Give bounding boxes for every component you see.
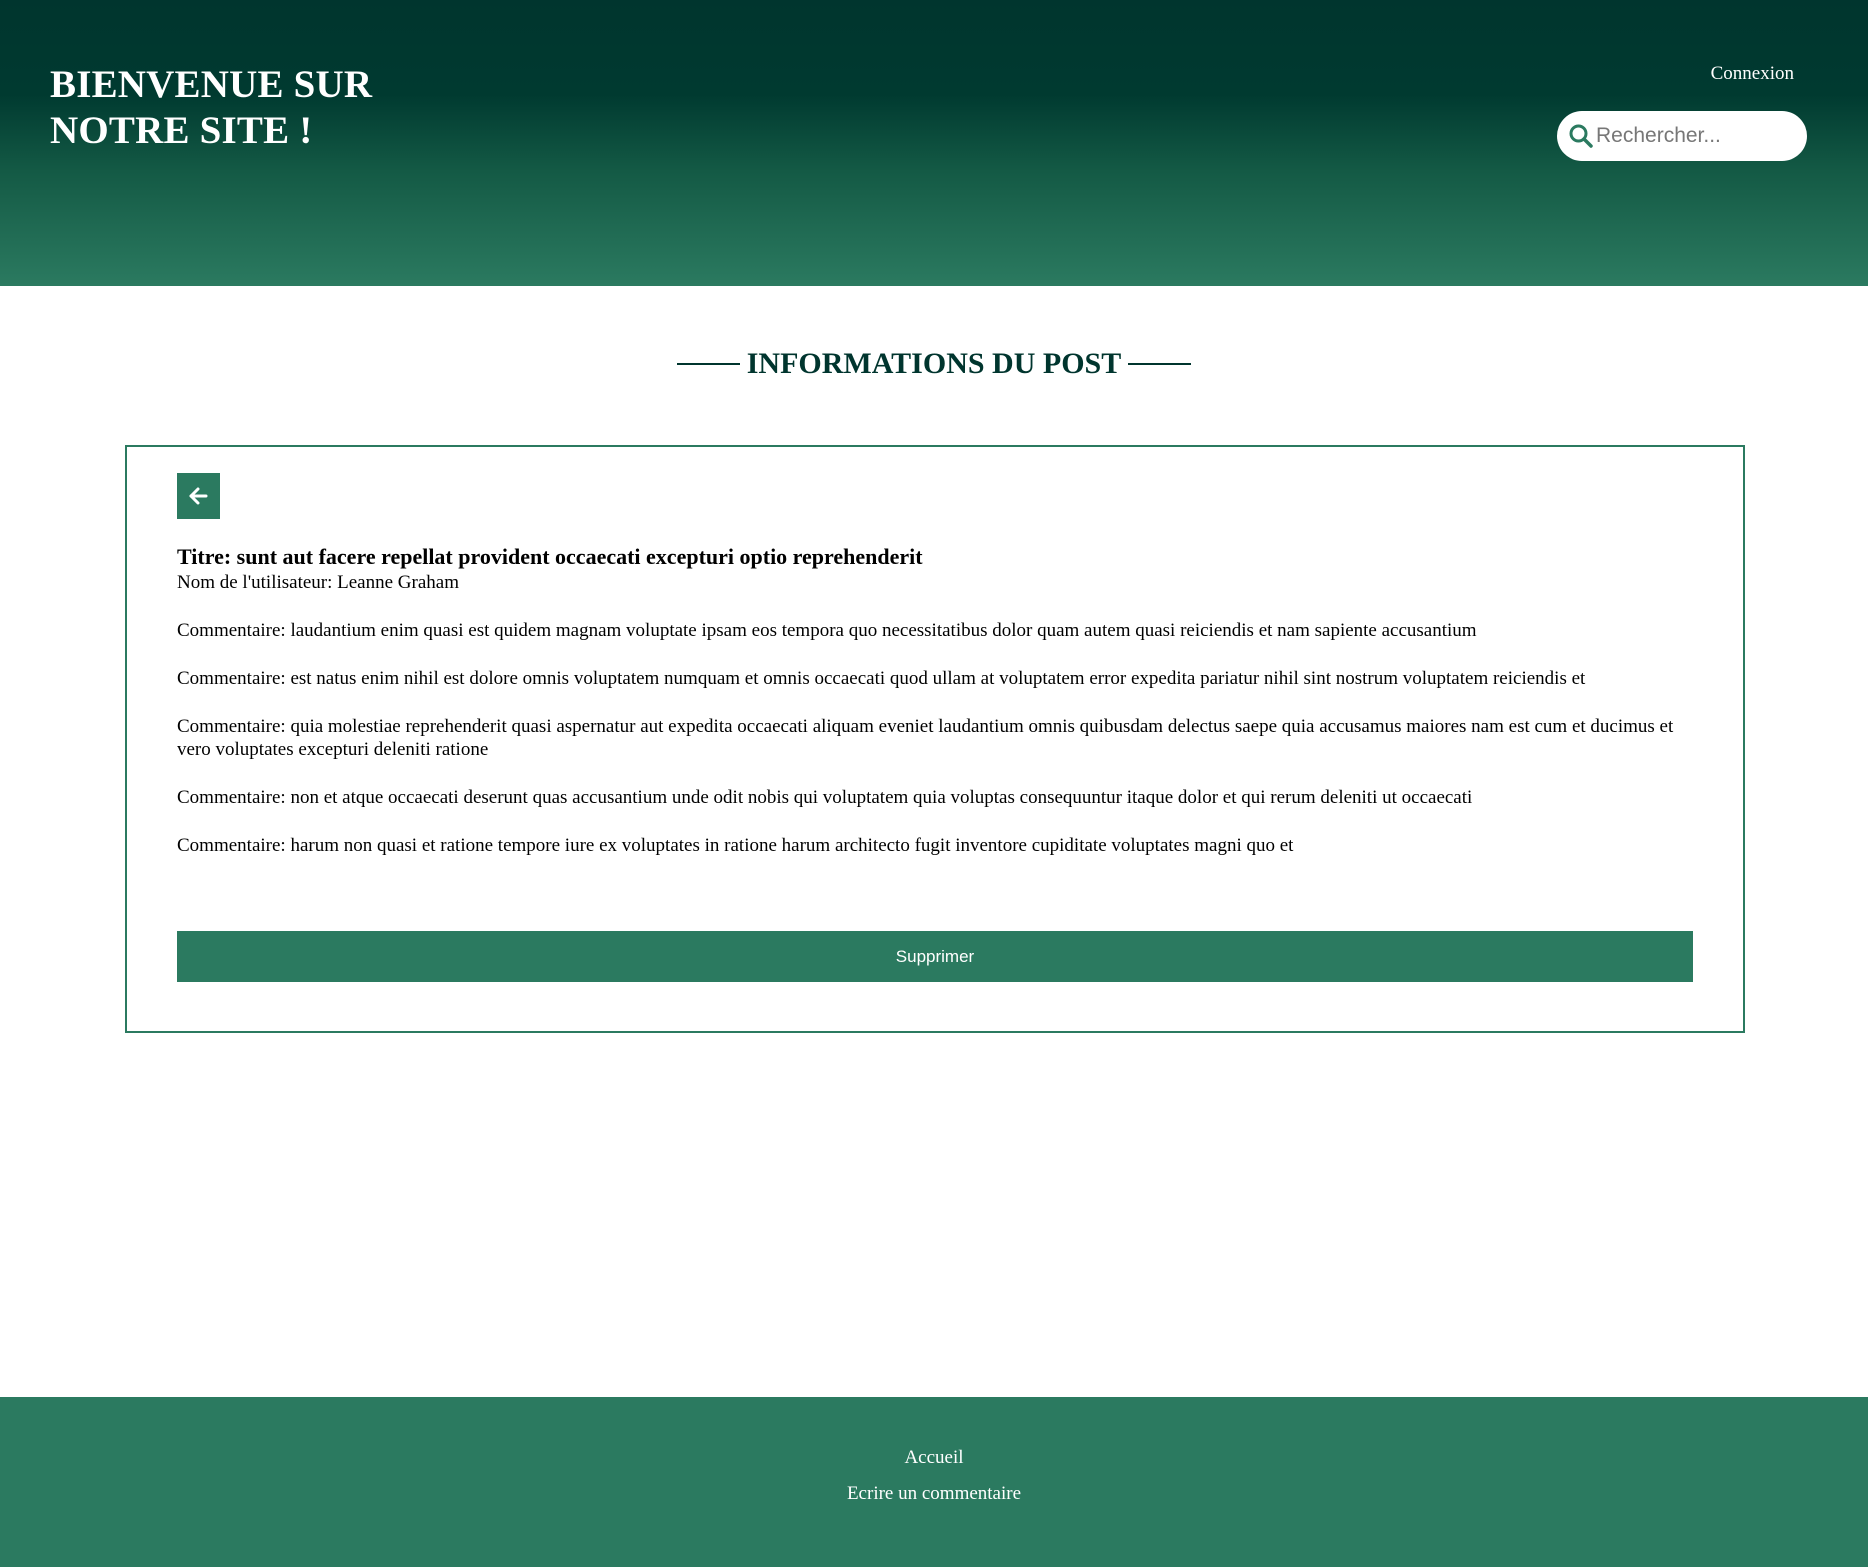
login-link[interactable]: Connexion (1711, 63, 1794, 85)
site-header: BIENVENUE SUR NOTRE SITE ! Connexion (0, 0, 1868, 286)
back-button[interactable] (177, 473, 220, 519)
arrow-left-icon (189, 487, 208, 505)
title-rule-left (676, 363, 740, 366)
comment-list: Commentaire: laudantium enim quasi est q… (177, 619, 1707, 882)
post-author: Nom de l'utilisateur: Leanne Graham (177, 572, 459, 593)
post-card: Titre: sunt aut facere repellat providen… (125, 445, 1745, 1033)
footer-link-write-comment[interactable]: Ecrire un commentaire (0, 1483, 1868, 1505)
title-rule-right (1128, 363, 1192, 366)
post-title: Titre: sunt aut facere repellat providen… (177, 544, 923, 569)
comment-item: Commentaire: harum non quasi et ratione … (177, 835, 1294, 856)
comment-item: Commentaire: est natus enim nihil est do… (177, 668, 1586, 689)
site-title-line-1: BIENVENUE SUR (50, 63, 373, 106)
site-title-line-2: NOTRE SITE ! (50, 109, 313, 152)
section-title-text: INFORMATIONS DU POST (746, 347, 1122, 380)
search-box[interactable] (1557, 111, 1807, 161)
search-icon (1569, 124, 1593, 148)
comment-item: Commentaire: non et atque occaecati dese… (177, 787, 1473, 808)
delete-button[interactable]: Supprimer (177, 931, 1693, 982)
search-input[interactable] (1596, 111, 1796, 161)
comment-item: Commentaire: laudantium enim quasi est q… (177, 620, 1477, 641)
comment-item: Commentaire: quia molestiae reprehenderi… (177, 716, 1674, 760)
site-title: BIENVENUE SUR NOTRE SITE ! (50, 62, 372, 154)
section-title: INFORMATIONS DU POST (0, 344, 1868, 384)
site-footer: Accueil Ecrire un commentaire (0, 1397, 1868, 1567)
footer-link-home[interactable]: Accueil (0, 1447, 1868, 1469)
